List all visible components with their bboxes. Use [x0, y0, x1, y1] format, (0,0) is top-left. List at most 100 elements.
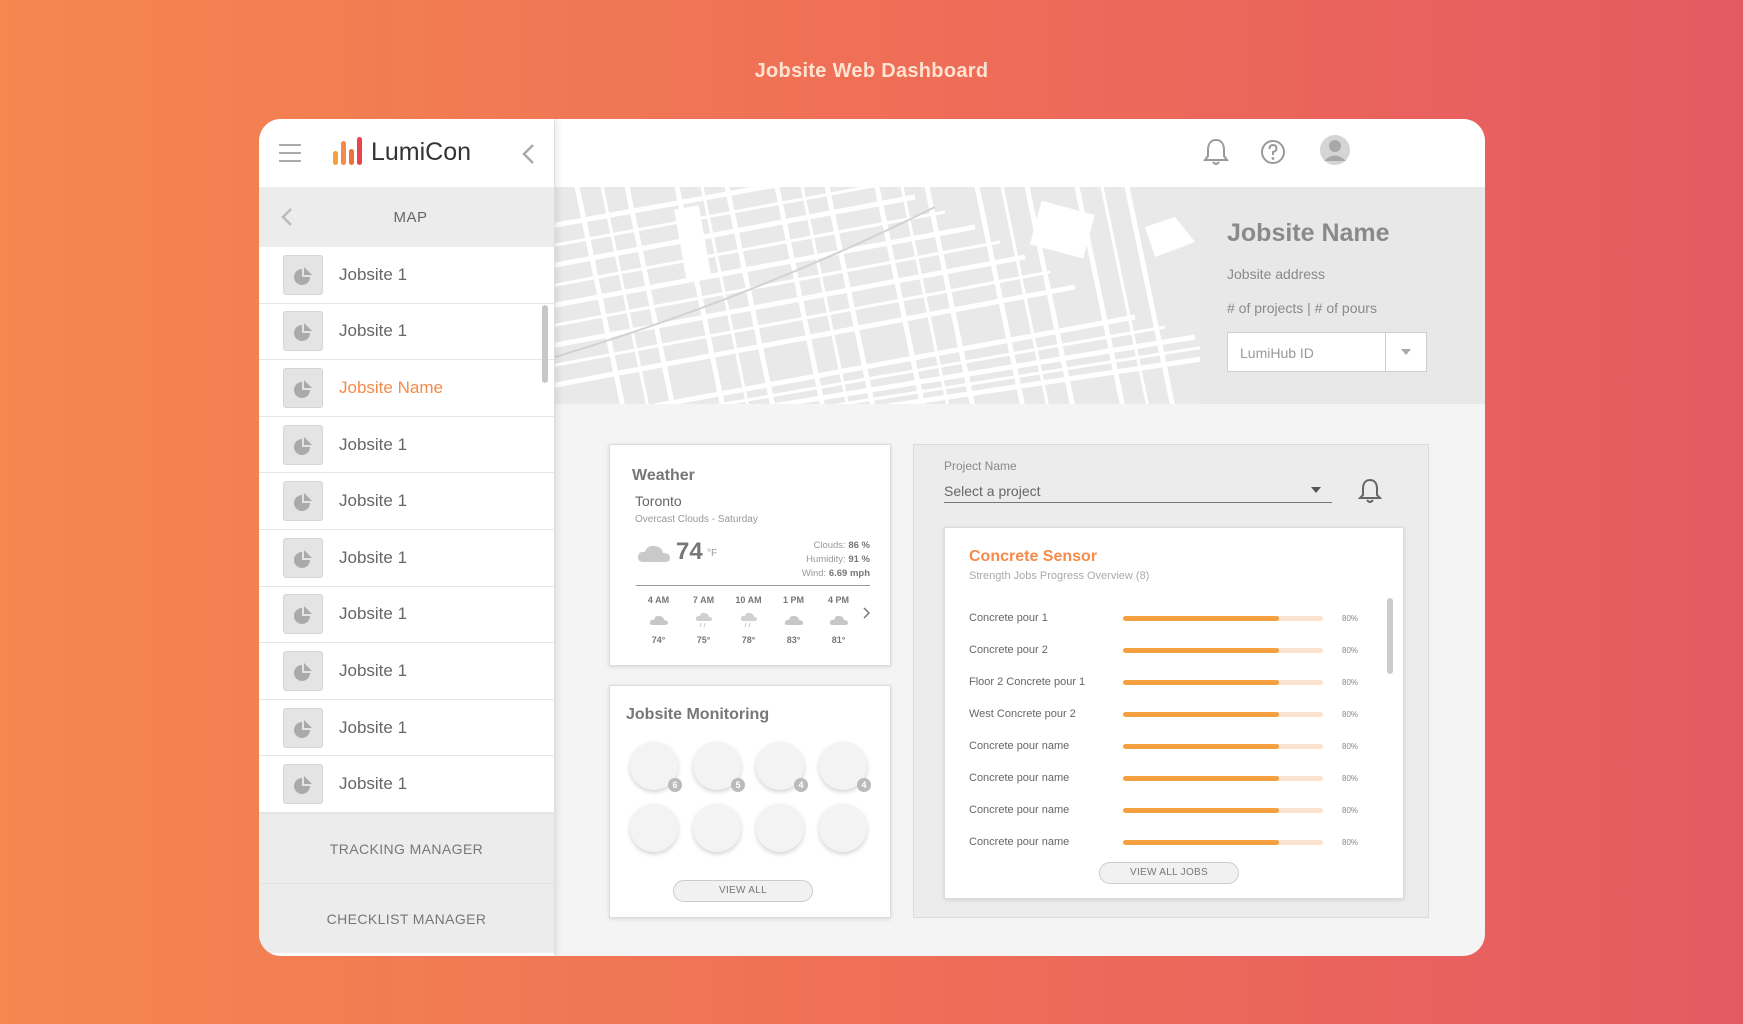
job-progress-bar [1123, 839, 1323, 845]
jobsite-thumbnail-icon [283, 764, 323, 805]
jobsite-thumbnail-icon [283, 537, 323, 578]
wind-value: 6.69 mph [828, 568, 870, 579]
project-panel: Project Name Select a project Concrete S… [913, 444, 1429, 918]
forecast-hour: 4 PM 81° [816, 595, 861, 645]
monitoring-gauge[interactable]: 5 [693, 742, 745, 792]
tracking-manager-nav[interactable]: TRACKING MANAGER [259, 813, 554, 883]
sidebar-item-jobsite[interactable]: Jobsite 1 [259, 700, 554, 757]
project-select[interactable]: Select a project [944, 483, 1332, 503]
jobsite-title: Jobsite Name [1227, 219, 1390, 247]
monitoring-gauge[interactable]: 6 [630, 742, 682, 792]
checklist-manager-nav[interactable]: CHECKLIST MANAGER [259, 883, 554, 953]
temp-unit: °F [707, 548, 718, 559]
forecast-hour: 4 AM 74° [636, 595, 681, 645]
jobs-scrollbar[interactable] [1387, 598, 1393, 674]
job-progress-fill [1123, 647, 1279, 653]
forecast-next-icon[interactable] [862, 607, 870, 619]
forecast-time: 4 PM [827, 595, 849, 605]
monitoring-gauge[interactable] [756, 804, 804, 852]
cloud-icon [816, 609, 861, 631]
monitoring-gauge[interactable] [630, 804, 678, 852]
jobsite-banner: Jobsite Name Jobsite address # of projec… [555, 187, 1485, 404]
sidebar-item-jobsite[interactable]: Jobsite 1 [259, 304, 554, 361]
job-progress-bar [1123, 775, 1323, 781]
bell-icon[interactable] [1203, 137, 1229, 167]
sidebar-item-label: Jobsite 1 [339, 547, 408, 567]
collapse-sidebar-icon[interactable] [521, 143, 537, 165]
job-name: Concrete pour 2 [969, 644, 1048, 656]
job-progress-bar [1123, 743, 1323, 749]
monitoring-gauge[interactable] [693, 804, 741, 852]
back-chevron-icon[interactable] [281, 208, 293, 226]
map-nav[interactable]: MAP [259, 187, 554, 247]
rain-icon [726, 609, 771, 631]
lumihub-select-value: LumiHub ID [1228, 333, 1386, 371]
project-bell-icon[interactable] [1358, 477, 1382, 505]
humidity-value: 91 % [848, 554, 870, 565]
forecast-hour: 7 AM 75° [681, 595, 726, 645]
job-progress-bar [1123, 647, 1323, 653]
sidebar-item-label: Jobsite 1 [339, 660, 408, 680]
jobsite-list-scrollbar[interactable] [542, 305, 548, 383]
job-progress-bar [1123, 679, 1323, 685]
sidebar-item-jobsite[interactable]: Jobsite 1 [259, 417, 554, 474]
jobsite-map[interactable] [555, 187, 1200, 404]
sidebar-item-jobsite[interactable]: Jobsite 1 [259, 473, 554, 530]
monitoring-gauge[interactable] [819, 804, 867, 852]
menu-icon[interactable] [279, 144, 301, 162]
weather-title: Weather [632, 467, 695, 484]
view-all-button[interactable]: VIEW ALL [673, 880, 813, 902]
project-select-placeholder: Select a project [944, 483, 1041, 499]
sidebar-header: LumiCon [259, 119, 554, 187]
job-name: Concrete pour name [969, 804, 1070, 816]
jobsite-monitoring-card: Jobsite Monitoring 6 5 4 4 VIEW ALL [609, 685, 891, 918]
monitoring-gauges: 6 5 4 4 [630, 742, 882, 852]
forecast-time: 4 AM [647, 595, 670, 605]
job-row[interactable]: West Concrete pour 2 80% [969, 698, 1358, 730]
job-row[interactable]: Concrete pour name 80% [969, 794, 1358, 826]
sidebar-item-jobsite[interactable]: Jobsite 1 [259, 530, 554, 587]
forecast-hour: 10 AM 78° [726, 595, 771, 645]
job-progress-fill [1123, 807, 1279, 813]
avatar[interactable] [1319, 134, 1351, 166]
job-row[interactable]: Concrete pour 1 80% [969, 602, 1358, 634]
street-map-graphic [555, 187, 1200, 404]
job-row[interactable]: Concrete pour name 80% [969, 730, 1358, 762]
jobsite-thumbnail-icon [283, 254, 323, 295]
sidebar-item-jobsite[interactable]: Jobsite 1 [259, 247, 554, 304]
job-percent: 80% [1342, 773, 1359, 783]
help-icon[interactable] [1259, 137, 1287, 167]
map-label: MAP [393, 208, 428, 226]
forecast-temp: 75° [696, 635, 711, 645]
forecast-time: 10 AM [735, 595, 762, 605]
job-row[interactable]: Concrete pour name 80% [969, 826, 1358, 858]
sidebar-item-jobsite[interactable]: Jobsite Name [259, 360, 554, 417]
sidebar-item-label: Jobsite 1 [339, 774, 408, 794]
current-temp: 74 [676, 538, 703, 565]
sidebar-item-label: Jobsite 1 [339, 717, 408, 737]
job-progress-bar [1123, 711, 1323, 717]
lumihub-select[interactable]: LumiHub ID [1227, 332, 1427, 372]
jobsite-thumbnail-icon [283, 367, 323, 408]
sidebar-item-jobsite[interactable]: Jobsite 1 [259, 643, 554, 700]
sidebar-item-jobsite[interactable]: Jobsite 1 [259, 756, 554, 813]
job-row[interactable]: Concrete pour 2 80% [969, 634, 1358, 666]
monitoring-gauge[interactable]: 4 [756, 742, 808, 792]
sidebar-item-label: Jobsite 1 [339, 491, 408, 511]
weather-stats: Clouds: 86 % Humidity: 91 % Wind: 6.69 m… [802, 539, 870, 581]
job-row[interactable]: Floor 2 Concrete pour 1 80% [969, 666, 1358, 698]
weather-description: Overcast Clouds - Saturday [635, 514, 758, 525]
job-progress-fill [1123, 743, 1279, 749]
jobsite-list: Jobsite 1 Jobsite 1 Jobsite Name Jobsite 1 J… [259, 247, 554, 813]
job-name: Concrete pour name [969, 772, 1070, 784]
job-percent: 80% [1342, 709, 1359, 719]
jobsite-address: Jobsite address [1227, 266, 1326, 282]
view-all-jobs-button[interactable]: VIEW ALL JOBS [1099, 862, 1239, 884]
sidebar-item-jobsite[interactable]: Jobsite 1 [259, 587, 554, 644]
dropdown-arrow-icon[interactable] [1386, 333, 1426, 371]
monitoring-gauge[interactable]: 4 [819, 742, 871, 792]
rain-icon [681, 609, 726, 631]
logo: LumiCon [331, 137, 471, 167]
job-progress-bar [1123, 615, 1323, 621]
job-row[interactable]: Concrete pour name 80% [969, 762, 1358, 794]
